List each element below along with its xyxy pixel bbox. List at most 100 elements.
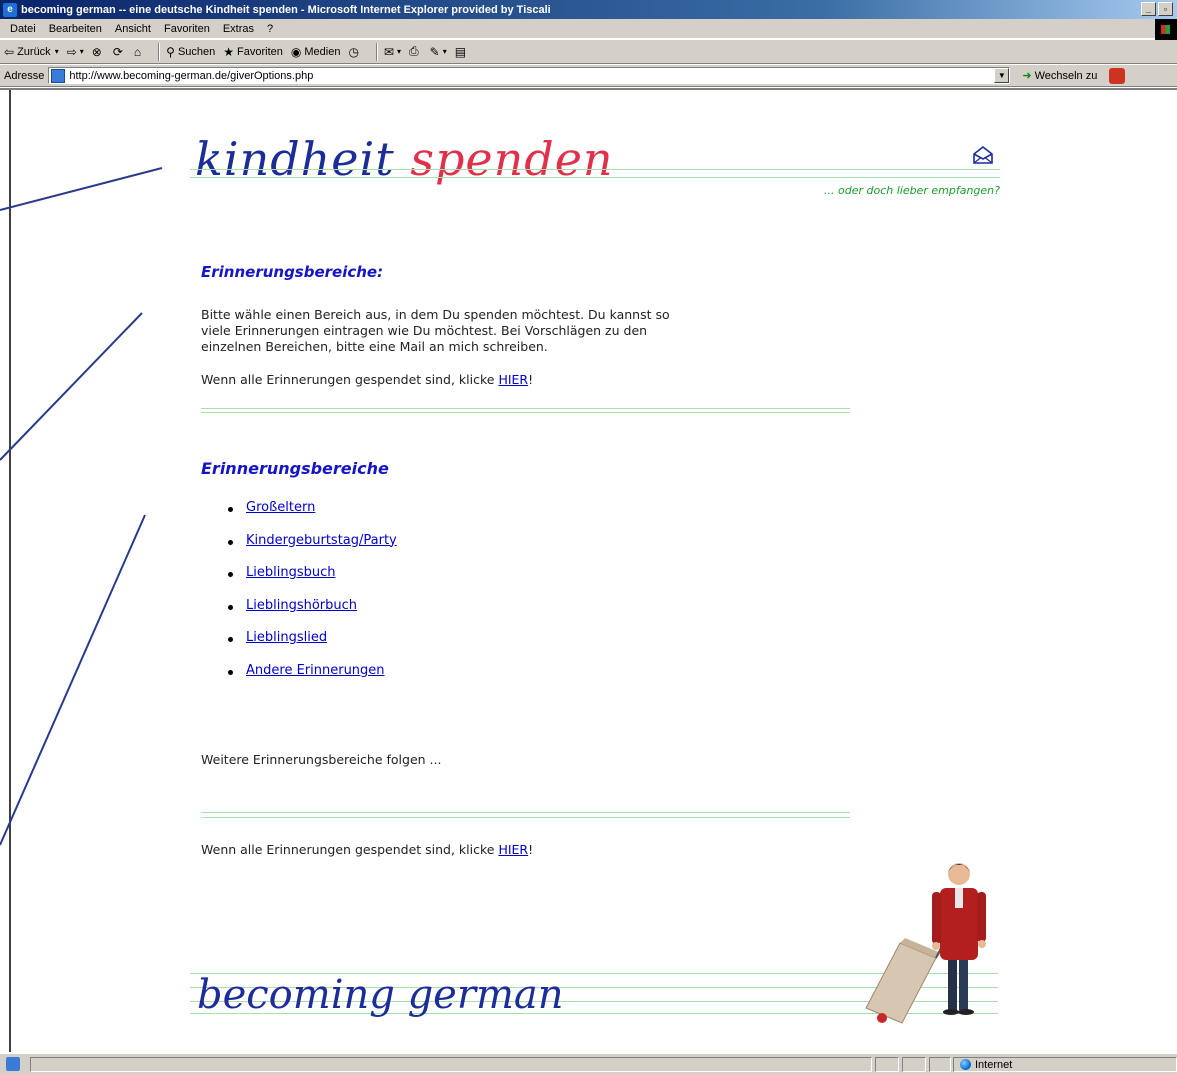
list-item: Großeltern — [228, 500, 397, 533]
status-text-panel — [30, 1057, 872, 1072]
section1-heading: Erinnerungsbereiche: — [201, 263, 384, 281]
search-button[interactable]: ⚲ Suchen — [166, 45, 215, 59]
intro-line: viele Erinnerungen eintragen wie Du möch… — [201, 323, 648, 338]
section-rule — [201, 408, 850, 409]
address-dropdown-button[interactable]: ▼ — [994, 68, 1010, 83]
acrobat-icon[interactable] — [1109, 67, 1126, 84]
bullet-icon — [228, 669, 233, 675]
category-link-grosseltern[interactable]: Großeltern — [246, 500, 315, 515]
forward-dropdown-icon[interactable]: ▾ — [80, 47, 84, 56]
bullet-icon — [228, 572, 233, 577]
menu-extras[interactable]: Extras — [223, 23, 254, 35]
category-link-lieblingshoerbuch[interactable]: Lieblingshörbuch — [246, 598, 357, 613]
globe-icon — [960, 1059, 971, 1070]
windows-logo-icon — [1155, 19, 1177, 40]
menu-datei[interactable]: Datei — [10, 23, 36, 35]
menu-ansicht[interactable]: Ansicht — [115, 23, 151, 35]
status-bar: Internet — [0, 1053, 1177, 1074]
go-arrow-icon: ➜ — [1022, 70, 1032, 82]
page-icon — [51, 68, 66, 83]
list-item: Andere Erinnerungen — [228, 663, 397, 696]
section-rule — [201, 412, 850, 413]
history-button[interactable]: ◷ — [348, 45, 361, 59]
menu-help[interactable]: ? — [267, 23, 273, 35]
section2-heading: Erinnerungsbereiche — [201, 459, 389, 478]
favorites-button[interactable]: ★ Favoriten — [223, 45, 283, 59]
forward-arrow-icon: ⇨ — [66, 44, 77, 59]
window-title: becoming german -- eine deutsche Kindhei… — [21, 3, 551, 16]
bullet-icon — [228, 637, 233, 642]
minimize-button[interactable]: _ — [1141, 2, 1156, 16]
footer-logo: becoming german — [197, 972, 564, 1018]
standard-toolbar: ⇦ Zurück ▾ ⇨ ▾ ⊗ ⟳ ⌂ ⚲ Suchen ★ Favoriten ◉ Me… — [0, 40, 1177, 64]
favorites-icon: ★ — [223, 44, 235, 59]
media-button[interactable]: ◉ Medien — [291, 45, 341, 59]
home-button[interactable]: ⌂ — [134, 45, 144, 59]
address-url: http://www.becoming-german.de/giverOptio… — [69, 69, 314, 82]
header-rule — [190, 169, 1000, 170]
header-rule — [190, 177, 1000, 178]
edit-dropdown-icon[interactable]: ▾ — [443, 47, 447, 56]
viewport-border — [0, 88, 1177, 90]
section-rule — [201, 817, 850, 818]
list-item: Lieblingsbuch — [228, 565, 397, 598]
status-panel — [875, 1057, 899, 1072]
bullet-icon — [228, 539, 233, 545]
menu-favoriten[interactable]: Favoriten — [164, 23, 210, 35]
hier-link-top[interactable]: HIER — [498, 372, 528, 387]
category-link-lieblingslied[interactable]: Lieblingslied — [246, 630, 327, 645]
back-arrow-icon: ⇦ — [4, 44, 15, 59]
status-panel — [902, 1057, 926, 1072]
person-with-suitcase-illustration — [865, 863, 986, 1024]
menu-bearbeiten[interactable]: Bearbeiten — [49, 23, 102, 35]
bullet-icon — [228, 507, 233, 512]
mail-dropdown-icon[interactable]: ▾ — [397, 47, 401, 56]
more-categories-text: Weitere Erinnerungsbereiche folgen ... — [201, 752, 442, 767]
address-label: Adresse — [4, 69, 45, 82]
print-button[interactable]: ⎙ — [409, 44, 422, 59]
edit-icon: ✎ — [429, 44, 440, 59]
intro-line: Bitte wähle einen Bereich aus, in dem Du… — [201, 307, 670, 322]
hier-link-bottom[interactable]: HIER — [498, 842, 528, 857]
section-rule — [201, 812, 850, 813]
discuss-button[interactable]: ▤ — [455, 45, 469, 59]
back-dropdown-icon[interactable]: ▾ — [55, 47, 59, 56]
menu-bar: Datei Bearbeiten Ansicht Favoriten Extra… — [0, 19, 1177, 39]
toolbar-separator — [158, 42, 161, 61]
maximize-button[interactable]: ▫ — [1158, 2, 1173, 16]
mail-button[interactable]: ✉ ▾ — [384, 45, 401, 59]
window-titlebar: e becoming german -- eine deutsche Kindh… — [0, 0, 1177, 19]
address-input[interactable]: http://www.becoming-german.de/giverOptio… — [48, 67, 1011, 84]
back-button[interactable]: ⇦ Zurück ▾ — [4, 45, 59, 59]
stop-button[interactable]: ⊗ — [92, 45, 105, 59]
category-list: Großeltern Kindergeburtstag/Party Liebli… — [228, 500, 397, 695]
edit-button[interactable]: ✎ ▾ — [430, 45, 447, 59]
category-link-andere[interactable]: Andere Erinnerungen — [246, 663, 385, 678]
history-icon: ◷ — [348, 44, 359, 59]
list-item: Lieblingslied — [228, 630, 397, 663]
intro-paragraph: Bitte wähle einen Bereich aus, in dem Du… — [201, 307, 670, 355]
address-bar: Adresse http://www.becoming-german.de/gi… — [0, 65, 1177, 87]
home-icon: ⌂ — [133, 44, 142, 59]
category-link-kindergeburtstag[interactable]: Kindergeburtstag/Party — [246, 533, 397, 548]
media-icon: ◉ — [290, 44, 302, 59]
ie-logo-icon: e — [3, 2, 17, 17]
refresh-button[interactable]: ⟳ — [113, 45, 126, 59]
viewport-left-edge — [9, 90, 11, 1052]
stop-icon: ⊗ — [91, 44, 102, 59]
tagline-link[interactable]: ... oder doch lieber empfangen? — [788, 184, 1000, 197]
status-panel — [929, 1057, 951, 1072]
internet-zone: Internet — [960, 1057, 1012, 1072]
print-icon: ⎙ — [409, 44, 419, 58]
done-sentence-top: Wenn alle Erinnerungen gespendet sind, k… — [201, 372, 534, 387]
category-link-lieblingsbuch[interactable]: Lieblingsbuch — [246, 565, 335, 580]
search-icon: ⚲ — [166, 44, 175, 59]
mail-tool-icon: ✉ — [383, 44, 394, 59]
done-sentence-bottom: Wenn alle Erinnerungen gespendet sind, k… — [201, 842, 534, 857]
page-status-icon — [6, 1057, 20, 1071]
refresh-icon: ⟳ — [112, 44, 123, 59]
mail-icon[interactable] — [972, 146, 994, 164]
go-button[interactable]: ➜ Wechseln zu — [1022, 69, 1097, 83]
list-item: Kindergeburtstag/Party — [228, 533, 397, 566]
forward-button[interactable]: ⇨ ▾ — [67, 45, 84, 59]
